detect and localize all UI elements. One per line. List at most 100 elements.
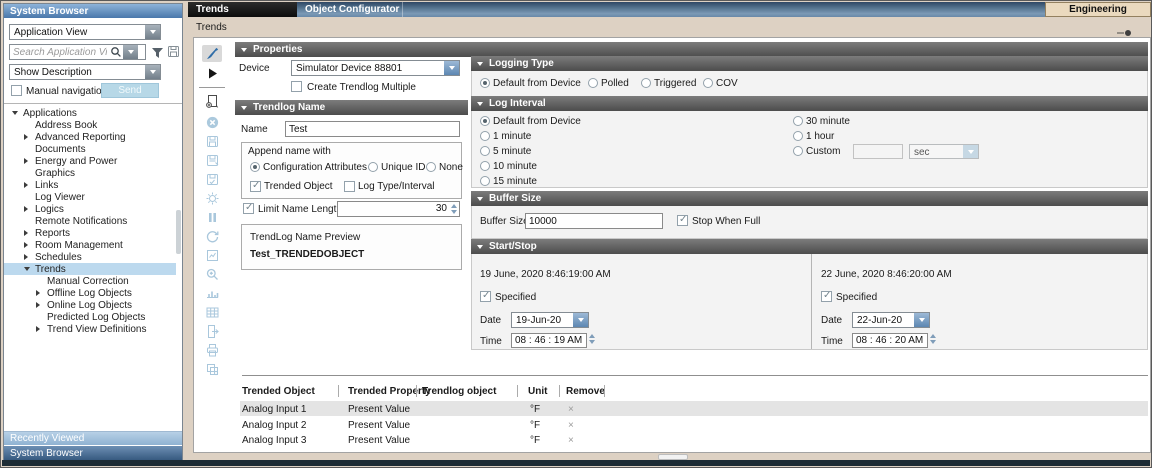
sidebar-item-log-viewer[interactable]: Log Viewer <box>4 191 176 203</box>
manual-navigation-checkbox[interactable] <box>11 85 22 96</box>
tab-object-configurator[interactable]: Object Configurator <box>297 2 402 17</box>
section-start-stop[interactable]: Start/Stop <box>471 239 1148 254</box>
search-input[interactable] <box>10 45 110 59</box>
tree-collapsed-icon[interactable] <box>36 326 40 332</box>
interval-15min-radio[interactable] <box>480 176 490 186</box>
recently-viewed-bar[interactable]: Recently Viewed <box>4 431 182 445</box>
zoom-in-icon[interactable] <box>202 266 222 283</box>
tree-collapsed-icon[interactable] <box>24 242 28 248</box>
start-date-selector[interactable]: 19-Jun-20 <box>511 312 589 328</box>
save-all-button[interactable] <box>202 171 222 188</box>
limit-name-length-checkbox[interactable] <box>243 203 254 214</box>
interval-1min-radio[interactable] <box>480 131 490 141</box>
tab-engineering[interactable]: Engineering <box>1045 2 1151 17</box>
play-button[interactable] <box>202 65 222 82</box>
section-trendlog-name[interactable]: Trendlog Name <box>235 100 468 115</box>
tree-scrollbar[interactable] <box>176 210 181 254</box>
trended-object-checkbox[interactable] <box>250 181 261 192</box>
sidebar-item-reports[interactable]: Reports <box>4 227 176 239</box>
section-log-interval[interactable]: Log Interval <box>471 96 1148 111</box>
sidebar-item-room-management[interactable]: Room Management <box>4 239 176 251</box>
send-button[interactable]: Send <box>101 83 159 98</box>
export-icon[interactable] <box>202 323 222 340</box>
stop-specified-checkbox[interactable] <box>821 291 832 302</box>
logging-polled-radio[interactable] <box>588 78 598 88</box>
spinner-arrows-icon[interactable] <box>930 334 936 344</box>
logging-default-radio[interactable] <box>480 78 490 88</box>
section-properties[interactable]: Properties <box>235 42 1148 57</box>
remove-icon[interactable]: × <box>568 404 574 415</box>
interval-custom-radio[interactable] <box>793 146 803 156</box>
spinner-arrows-icon[interactable] <box>589 334 595 344</box>
tree-collapsed-icon[interactable] <box>36 302 40 308</box>
chevron-down-icon[interactable] <box>444 61 459 75</box>
tree-collapsed-icon[interactable] <box>24 206 28 212</box>
pause-button[interactable] <box>202 209 222 226</box>
save-button[interactable] <box>202 133 222 150</box>
search-icon[interactable] <box>110 45 123 59</box>
new-trendlog-button[interactable] <box>202 93 222 110</box>
interval-5min-radio[interactable] <box>480 146 490 156</box>
sidebar-item-trend-view-definitions[interactable]: Trend View Definitions <box>4 323 176 335</box>
chevron-down-icon[interactable] <box>573 313 588 327</box>
custom-unit-selector[interactable]: sec <box>909 144 979 159</box>
unique-id-radio[interactable] <box>368 162 378 172</box>
section-buffer-size[interactable]: Buffer Size <box>471 191 1148 206</box>
remove-icon[interactable]: × <box>568 435 574 446</box>
section-logging-type[interactable]: Logging Type <box>471 56 1148 71</box>
chevron-down-icon[interactable] <box>145 65 160 79</box>
stop-when-full-checkbox[interactable] <box>677 215 688 226</box>
tree-collapsed-icon[interactable] <box>24 158 28 164</box>
sidebar-item-remote-notifications[interactable]: Remote Notifications <box>4 215 176 227</box>
trend-config-icon[interactable] <box>202 361 222 378</box>
remove-icon[interactable]: × <box>568 420 574 431</box>
histogram-icon[interactable] <box>202 285 222 302</box>
chevron-down-icon[interactable] <box>123 45 138 59</box>
column-divider[interactable] <box>604 385 605 397</box>
logging-cov-radio[interactable] <box>703 78 713 88</box>
sidebar-item-offline-log-objects[interactable]: Offline Log Objects <box>4 287 176 299</box>
description-selector[interactable]: Show Description <box>9 64 161 80</box>
tree-collapsed-icon[interactable] <box>24 182 28 188</box>
tree-expanded-icon[interactable] <box>24 267 30 271</box>
sidebar-item-schedules[interactable]: Schedules <box>4 251 176 263</box>
sidebar-item-logics[interactable]: Logics <box>4 203 176 215</box>
start-time-spinner[interactable]: 08 : 46 : 19 AM <box>511 333 587 348</box>
sidebar-item-online-log-objects[interactable]: Online Log Objects <box>4 299 176 311</box>
sidebar-item-applications[interactable]: Applications <box>4 107 176 119</box>
view-selector[interactable]: Application View <box>9 24 161 40</box>
tree-collapsed-icon[interactable] <box>24 230 28 236</box>
stop-date-selector[interactable]: 22-Jun-20 <box>852 312 930 328</box>
save-as-button[interactable] <box>202 152 222 169</box>
interval-10min-radio[interactable] <box>480 161 490 171</box>
column-divider[interactable] <box>416 385 417 397</box>
edit-brush-button[interactable] <box>202 45 222 62</box>
sidebar-item-links[interactable]: Links <box>4 179 176 191</box>
tree-expanded-icon[interactable] <box>12 111 18 115</box>
limit-value-spinner[interactable]: 30 <box>337 201 460 217</box>
configuration-attributes-radio[interactable] <box>250 162 260 172</box>
report-icon[interactable] <box>202 247 222 264</box>
stop-time-spinner[interactable]: 08 : 46 : 20 AM <box>852 333 928 348</box>
sidebar-item-predicted-log-objects[interactable]: Predicted Log Objects <box>4 311 176 323</box>
column-divider[interactable] <box>338 385 339 397</box>
interval-1hour-radio[interactable] <box>793 131 803 141</box>
tree-collapsed-icon[interactable] <box>36 290 40 296</box>
tab-trends[interactable]: Trends <box>188 2 297 17</box>
spinner-arrows-icon[interactable] <box>451 204 457 214</box>
refresh-icon[interactable] <box>202 228 222 245</box>
interval-30min-radio[interactable] <box>793 116 803 126</box>
create-trendlog-multiple-checkbox[interactable] <box>291 81 302 92</box>
custom-interval-input[interactable] <box>853 144 903 159</box>
start-specified-checkbox[interactable] <box>480 291 491 302</box>
grid-icon[interactable] <box>202 304 222 321</box>
cancel-button[interactable] <box>202 114 222 131</box>
log-type-interval-checkbox[interactable] <box>344 181 355 192</box>
filter-icon[interactable] <box>151 46 164 64</box>
chevron-down-icon[interactable] <box>914 313 929 327</box>
system-browser-bar[interactable]: System Browser <box>4 446 182 461</box>
system-browser-title[interactable]: System Browser <box>4 4 182 18</box>
tree-collapsed-icon[interactable] <box>24 134 28 140</box>
logging-triggered-radio[interactable] <box>641 78 651 88</box>
name-input[interactable] <box>285 121 460 137</box>
